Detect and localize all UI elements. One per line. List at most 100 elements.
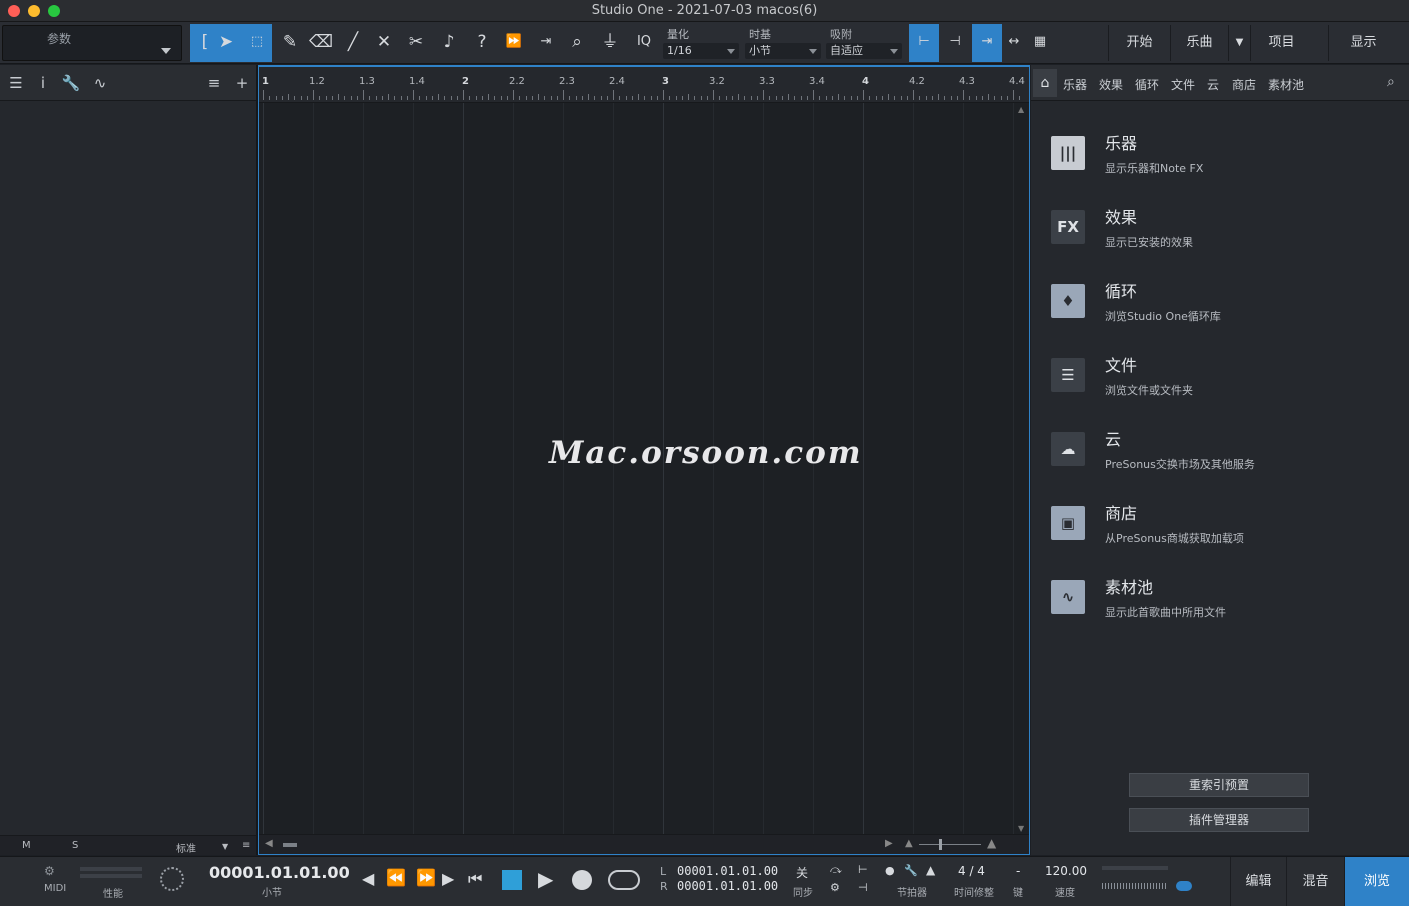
settings-icon[interactable]: ⚙ (830, 881, 840, 894)
search-icon[interactable]: ⌕ (1387, 74, 1395, 90)
browser-item-shop[interactable]: ▣ 商店 从PreSonus商城获取加载项 (1051, 500, 1371, 560)
horizontal-scrollbar[interactable]: ◀ ▶ ▲ ▲ (259, 834, 1029, 854)
page-song-button[interactable]: 乐曲 (1170, 25, 1228, 61)
list-icon[interactable]: ≡ (204, 73, 224, 93)
tab-shop[interactable]: 商店 (1232, 76, 1256, 93)
time-signature[interactable]: 4 / 4 (958, 864, 985, 878)
scroll-down-icon[interactable]: ▼ (1018, 824, 1024, 833)
browser-item-instruments[interactable]: ||| 乐器 显示乐器和Note FX (1051, 130, 1371, 190)
stop-button[interactable] (502, 870, 522, 890)
mute-tool-icon[interactable]: ✕ (372, 30, 396, 54)
listen-tool-icon[interactable]: ♪ (437, 30, 461, 54)
tab-cloud[interactable]: 云 (1207, 76, 1219, 93)
zoom-in-icon[interactable]: ▲ (987, 836, 996, 850)
mute-all-button[interactable]: M (22, 840, 31, 851)
position-display[interactable]: 00001.01.01.00 (209, 863, 350, 882)
zoom-slider[interactable] (919, 844, 981, 845)
loop-end-display[interactable]: 00001.01.01.00 (677, 879, 778, 893)
click-settings-icon[interactable]: 🔧 (904, 864, 918, 877)
browser-item-cloud[interactable]: ☁ 云 PreSonus交换市场及其他服务 (1051, 426, 1371, 486)
zoom-out-icon[interactable]: ▲ (905, 838, 913, 849)
loop-start-display[interactable]: 00001.01.01.00 (677, 864, 778, 878)
sync-value[interactable]: 关 (796, 864, 808, 881)
scroll-left-icon[interactable]: ◀ (265, 838, 273, 849)
snap-value[interactable]: 自适应 (826, 43, 902, 59)
vertical-scrollbar[interactable]: ▲ ▼ (1015, 103, 1029, 835)
info-icon[interactable]: i (33, 73, 53, 93)
scroll-up-icon[interactable]: ▲ (1018, 105, 1024, 114)
tempo-value[interactable]: 120.00 (1045, 864, 1087, 878)
view-edit-button[interactable]: 编辑 (1230, 857, 1286, 906)
next-marker-icon[interactable]: ▶ (442, 869, 454, 888)
ripple-icon[interactable]: ↔ (1002, 30, 1026, 54)
range-tool-icon[interactable]: ⬚ (245, 30, 269, 54)
play-button[interactable]: ▶ (538, 867, 553, 891)
key-value[interactable]: - (1016, 864, 1020, 878)
zoom-slider-handle[interactable] (939, 839, 942, 850)
help-icon[interactable]: ? (470, 30, 494, 54)
quantize-value[interactable]: 1/16 (663, 43, 739, 59)
timeline-ruler[interactable]: 1 1.2 1.3 1.4 2 2.2 2.3 2.4 3 3.2 3.3 3.4 4 4.2 4.3 4.4 (259, 67, 1029, 103)
chevron-down-icon[interactable] (161, 48, 171, 54)
line-tool-icon[interactable]: ╱ (341, 30, 365, 54)
view-browse-button[interactable]: 浏览 (1344, 857, 1409, 906)
volume-toggle[interactable] (1176, 881, 1192, 891)
browser-item-files[interactable]: ☰ 文件 浏览文件或文件夹 (1051, 352, 1371, 412)
browser-item-pool[interactable]: ∿ 素材池 显示此首歌曲中所用文件 (1051, 574, 1371, 634)
prev-marker-icon[interactable]: ◀ (362, 869, 374, 888)
tab-instruments[interactable]: 乐器 (1063, 76, 1087, 93)
eraser-tool-icon[interactable]: ⌫ (309, 30, 333, 54)
timebase-value[interactable]: 小节 (745, 43, 821, 59)
solo-all-button[interactable]: S (72, 840, 78, 851)
plugin-manager-button[interactable]: 插件管理器 (1129, 808, 1309, 832)
punch-in-icon[interactable]: ⤼ (830, 863, 842, 877)
fast-forward-icon[interactable]: ⏩ (416, 868, 436, 887)
snap-events-icon[interactable]: ⊣ (943, 30, 967, 54)
preroll-icon[interactable]: ⊣ (858, 881, 868, 894)
automation-icon[interactable]: ∿ (90, 73, 110, 93)
split-tool-icon[interactable]: ✂ (404, 30, 428, 54)
iq-button[interactable]: IQ (632, 30, 656, 54)
arrangement-view[interactable]: 1 1.2 1.3 1.4 2 2.2 2.3 2.4 3 3.2 3.3 3.4 4 4.2 4.3 4.4… (258, 65, 1030, 855)
add-track-icon[interactable]: + (232, 73, 252, 93)
tab-effects[interactable]: 效果 (1099, 76, 1123, 93)
song-menu-chevron-icon[interactable]: ▼ (1228, 25, 1250, 61)
tab-files[interactable]: 文件 (1171, 76, 1195, 93)
tab-pool[interactable]: 素材池 (1268, 76, 1304, 93)
parameter-field[interactable]: 参数 (2, 25, 182, 61)
list-icon[interactable]: ≡ (242, 840, 250, 851)
page-start-button[interactable]: 开始 (1108, 25, 1170, 61)
follow-icon[interactable]: ⏩ (502, 30, 526, 54)
menu-icon[interactable]: ☰ (6, 73, 26, 93)
scroll-right-icon[interactable]: ▶ (885, 838, 893, 849)
chevron-down-icon[interactable]: ▼ (222, 842, 228, 851)
record-button[interactable] (572, 870, 592, 890)
wrench-icon[interactable]: 🔧 (61, 73, 81, 93)
midi-monitor-icon[interactable]: ⚙ (44, 864, 55, 878)
click-toggle-icon[interactable]: ● (885, 864, 895, 877)
browser-item-effects[interactable]: FX 效果 显示已安装的效果 (1051, 204, 1371, 264)
snap-select[interactable]: 吸附 自适应 (826, 25, 904, 61)
precount-icon[interactable]: ⊢ (858, 863, 868, 876)
metronome-icon[interactable]: ▲ (926, 863, 935, 877)
browser-item-loops[interactable]: ♦ 循环 浏览Studio One循环库 (1051, 278, 1371, 338)
scroll-thumb[interactable] (283, 843, 297, 847)
track-height-select[interactable]: 标准 (176, 840, 196, 855)
page-show-button[interactable]: 显示 (1328, 25, 1398, 61)
reindex-presets-button[interactable]: 重索引预置 (1129, 773, 1309, 797)
paint-tool-icon[interactable]: ✎ (278, 30, 302, 54)
view-mix-button[interactable]: 混音 (1286, 857, 1344, 906)
grid-options-icon[interactable]: ▦ (1028, 30, 1052, 54)
page-project-button[interactable]: 项目 (1250, 25, 1312, 61)
metronome-toolbar-icon[interactable]: ⏚ (598, 30, 622, 54)
record-panel-icon[interactable] (160, 867, 184, 891)
autoscroll-icon[interactable]: ⇥ (534, 30, 558, 54)
arrow-tool-icon[interactable]: ➤ (214, 30, 238, 54)
return-to-zero-icon[interactable]: ⏮ (468, 869, 482, 889)
tab-loops[interactable]: 循环 (1135, 76, 1159, 93)
timebase-select[interactable]: 时基 小节 (745, 25, 823, 61)
loop-button[interactable] (608, 870, 640, 890)
zoom-icon[interactable]: ⌕ (565, 30, 589, 54)
home-icon[interactable]: ⌂ (1033, 69, 1057, 97)
rewind-icon[interactable]: ⏪ (386, 868, 406, 887)
